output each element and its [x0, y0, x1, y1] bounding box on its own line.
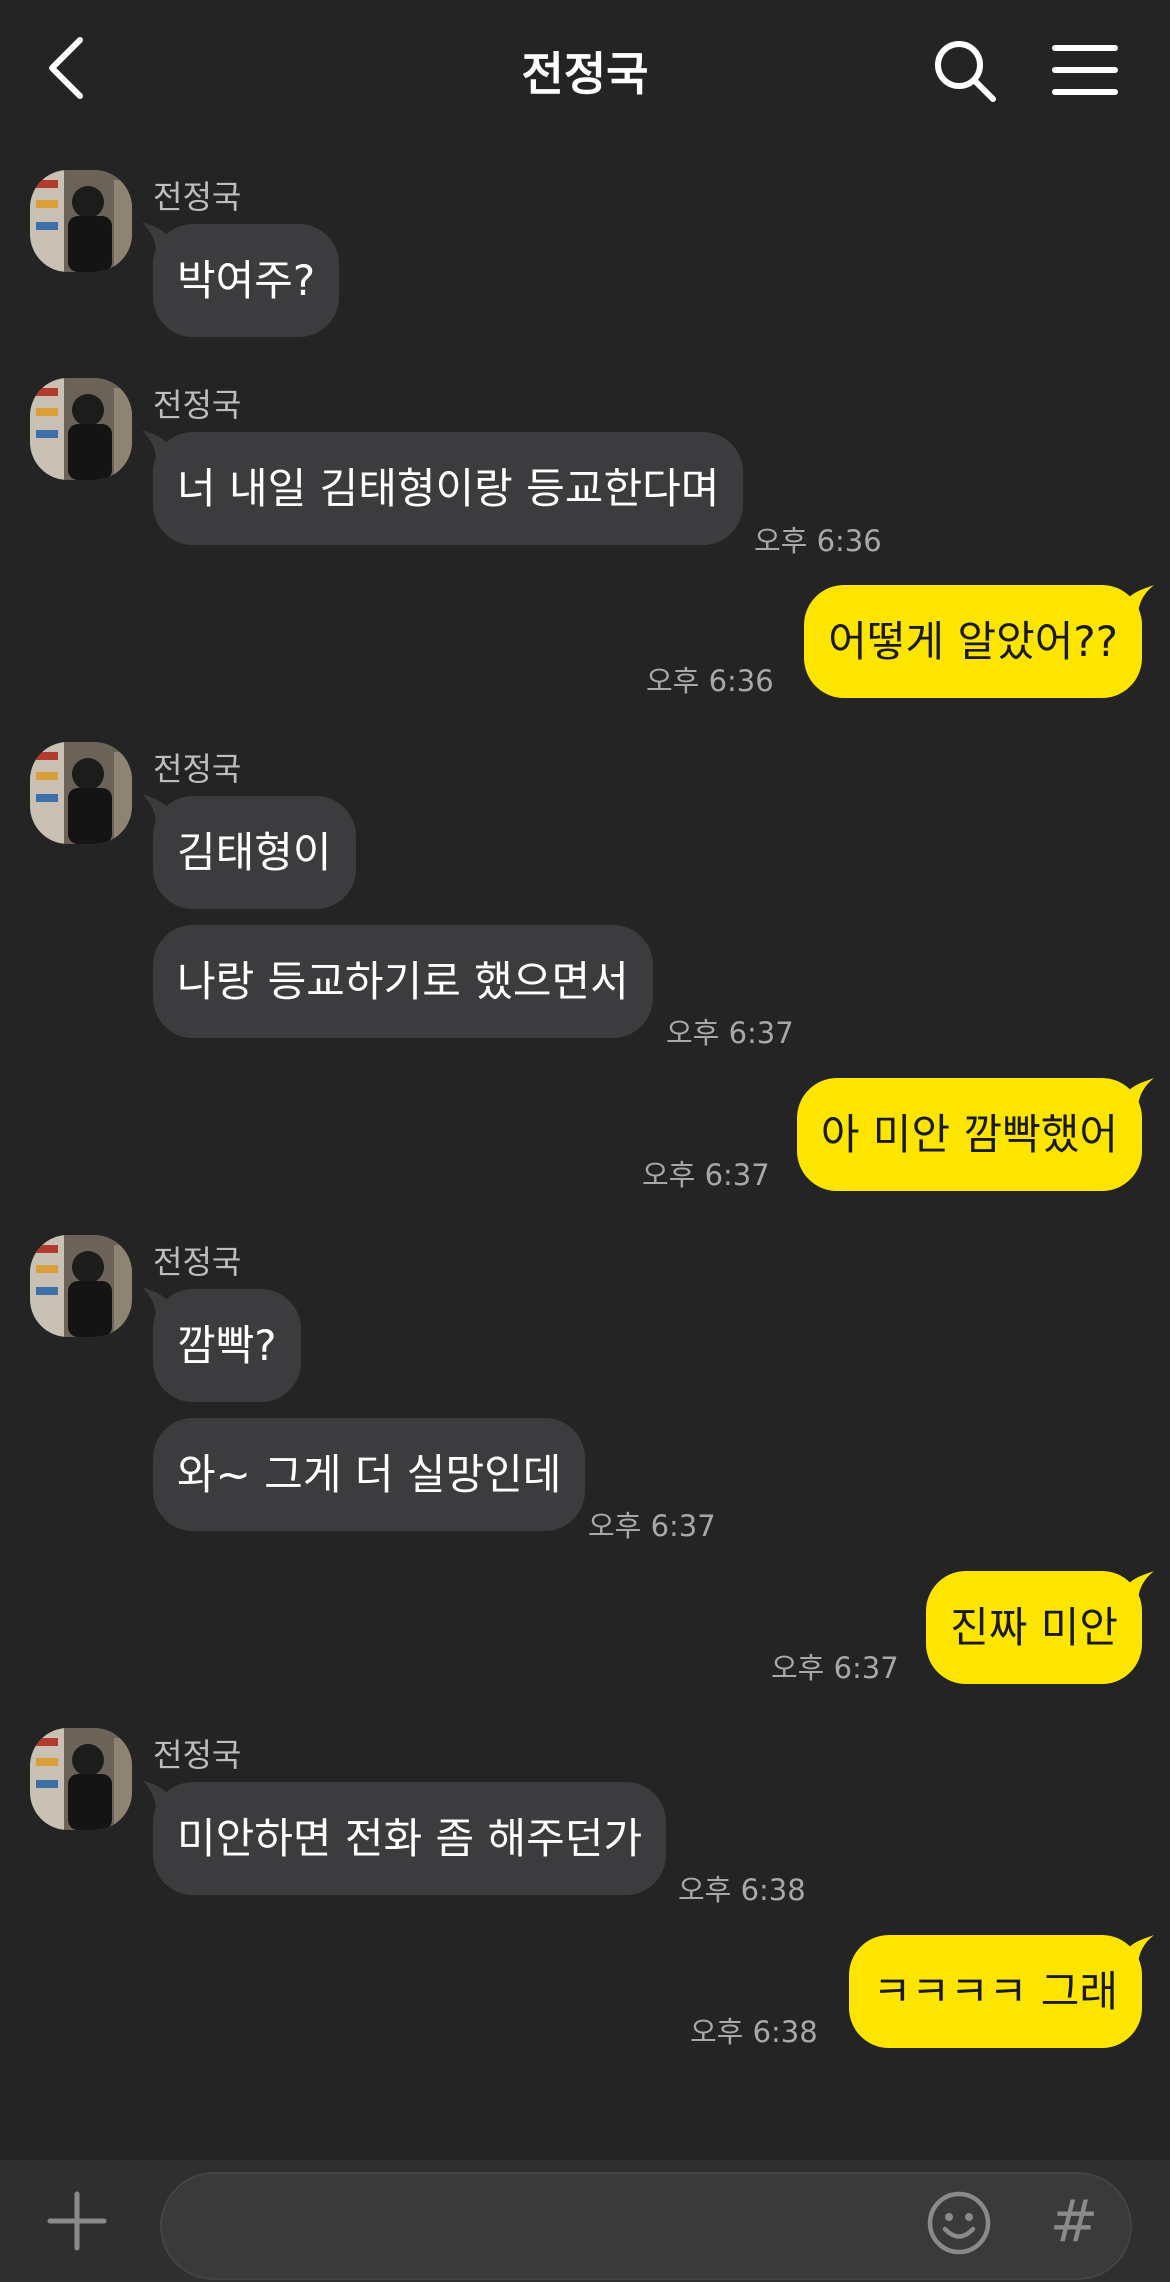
message-timestamp: 오후 6:36: [646, 664, 774, 698]
message-timestamp: 오후 6:37: [588, 1509, 716, 1543]
message-timestamp: 오후 6:38: [678, 1873, 806, 1907]
incoming-message-bubble[interactable]: 박여주?: [153, 224, 340, 337]
bubble-tail: [1122, 585, 1154, 617]
message-timestamp: 오후 6:36: [754, 524, 882, 558]
menu-button[interactable]: [1050, 40, 1120, 100]
bubble-tail: [1122, 1935, 1154, 1967]
chat-header: 전정국: [0, 0, 1170, 140]
message-timestamp: 오후 6:37: [771, 1651, 899, 1685]
avatar[interactable]: [30, 1235, 132, 1337]
hashtag-button[interactable]: #: [1046, 2188, 1102, 2254]
search-icon: [935, 41, 996, 102]
message-timestamp: 오후 6:37: [666, 1016, 794, 1050]
hamburger-menu-icon: [1052, 45, 1118, 95]
sender-name: 전정국: [153, 750, 242, 788]
sender-name: 전정국: [153, 1736, 242, 1774]
incoming-message-bubble[interactable]: 깜빡?: [153, 1289, 301, 1402]
outgoing-message-bubble[interactable]: 어떻게 알았어??: [804, 585, 1142, 698]
plus-icon: [47, 2191, 107, 2251]
sender-name: 전정국: [153, 1243, 242, 1281]
attach-button[interactable]: [46, 2190, 108, 2252]
bubble-tail: [1122, 1571, 1154, 1603]
bubble-tail: [1122, 1078, 1154, 1110]
message-timestamp: 오후 6:38: [690, 2015, 818, 2049]
avatar-image: [30, 1235, 132, 1337]
sender-name: 전정국: [153, 386, 242, 424]
message-input-bar: #: [0, 2160, 1170, 2282]
outgoing-message-bubble[interactable]: 진짜 미안: [926, 1571, 1142, 1684]
incoming-message-bubble[interactable]: 미안하면 전화 좀 해주던가: [153, 1782, 667, 1895]
incoming-message-bubble[interactable]: 와~ 그게 더 실망인데: [153, 1418, 586, 1531]
message-timestamp: 오후 6:37: [642, 1158, 770, 1192]
avatar-image: [30, 742, 132, 844]
avatar[interactable]: [30, 1728, 132, 1830]
avatar-image: [30, 1728, 132, 1830]
incoming-message-bubble[interactable]: 너 내일 김태형이랑 등교한다며: [153, 432, 744, 545]
incoming-message-bubble[interactable]: 김태형이: [153, 796, 356, 909]
smiley-icon: [927, 2191, 991, 2255]
avatar-image: [30, 378, 132, 480]
sender-name: 전정국: [153, 178, 242, 216]
emoji-button[interactable]: [926, 2190, 992, 2256]
outgoing-message-bubble[interactable]: 아 미안 깜빡했어: [796, 1078, 1142, 1191]
search-button[interactable]: [930, 36, 1000, 106]
incoming-message-bubble[interactable]: 나랑 등교하기로 했으면서: [153, 925, 653, 1038]
outgoing-message-bubble[interactable]: ㅋㅋㅋㅋ 그래: [848, 1935, 1142, 2048]
avatar-image: [30, 170, 132, 272]
avatar[interactable]: [30, 170, 132, 272]
avatar[interactable]: [30, 378, 132, 480]
avatar[interactable]: [30, 742, 132, 844]
